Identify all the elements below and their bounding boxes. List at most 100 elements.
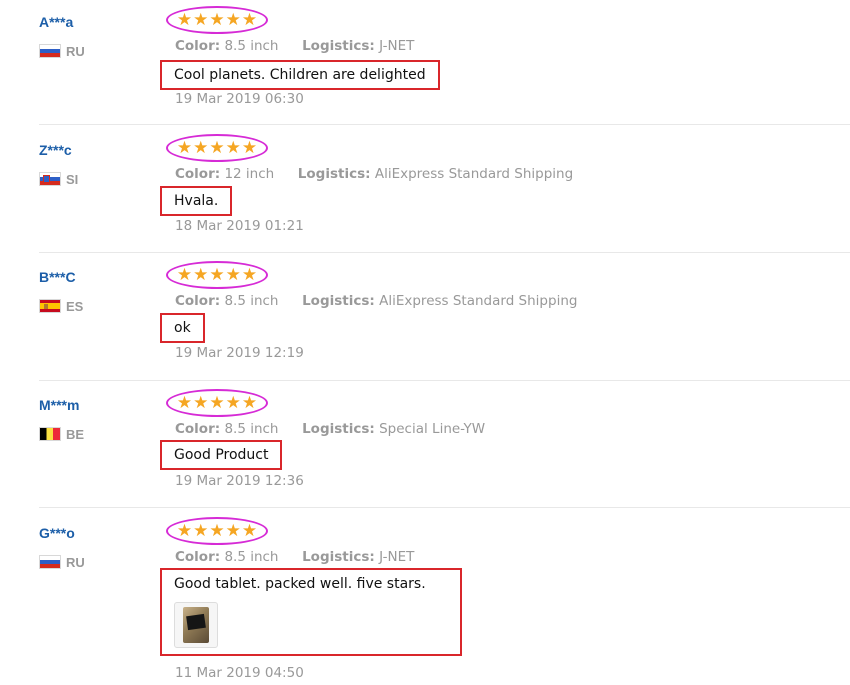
- color-value: 12 inch: [224, 166, 275, 182]
- color-value: 8.5 inch: [224, 549, 279, 565]
- color-label: Color:: [175, 166, 221, 182]
- review-comment-box: Hvala.: [160, 186, 233, 216]
- star-icon: ★: [193, 9, 209, 30]
- country-code: RU: [66, 554, 85, 570]
- review-item: B***C ES ★ ★ ★ ★ ★ Color: 8.5 inch Logistics…: [0, 255, 850, 380]
- star-icon: ★: [241, 137, 258, 158]
- reviewer-name[interactable]: B***C: [39, 269, 76, 285]
- star-icon: ★: [225, 9, 241, 30]
- star-icon: ★: [241, 264, 258, 285]
- spain-flag-icon: [39, 299, 61, 313]
- review-meta: Color: 8.5 inch Logistics: Special Line-…: [175, 421, 485, 437]
- star-icon: ★: [225, 392, 241, 413]
- review-divider: [39, 252, 850, 253]
- star-icon: ★: [176, 264, 193, 285]
- review-comment: Hvala.: [174, 193, 219, 209]
- color-label: Color:: [175, 549, 221, 565]
- review-divider: [39, 507, 850, 508]
- star-rating: ★ ★ ★ ★ ★: [166, 6, 268, 34]
- star-icon: ★: [209, 264, 225, 285]
- star-icon: ★: [176, 9, 193, 30]
- country-code: BE: [66, 426, 85, 442]
- star-icon: ★: [193, 137, 209, 158]
- review-comment-box: ok: [160, 313, 205, 343]
- star-icon: ★: [241, 392, 258, 413]
- review-date: 19 Mar 2019 12:36: [175, 473, 304, 489]
- review-divider: [39, 124, 850, 125]
- reviewer-name[interactable]: Z***c: [39, 142, 72, 158]
- review-date: 18 Mar 2019 01:21: [175, 218, 304, 234]
- logistics-value: Special Line-YW: [379, 421, 486, 437]
- logistics-label: Logistics:: [302, 38, 375, 54]
- logistics-value: J-NET: [379, 38, 415, 54]
- star-icon: ★: [209, 392, 225, 413]
- star-icon: ★: [176, 392, 193, 413]
- review-comment: Good Product: [174, 447, 269, 463]
- country-code: SI: [66, 171, 79, 187]
- star-icon: ★: [193, 520, 209, 541]
- logistics-label: Logistics:: [302, 549, 375, 565]
- star-icon: ★: [225, 264, 241, 285]
- logistics-value: AliExpress Standard Shipping: [379, 293, 578, 309]
- country-code: RU: [66, 43, 85, 59]
- russia-flag-icon: [39, 44, 61, 58]
- logistics-value: J-NET: [379, 549, 415, 565]
- review-comment-box: Good Product: [160, 440, 283, 470]
- review-date: 19 Mar 2019 06:30: [175, 91, 304, 107]
- review-date: 11 Mar 2019 04:50: [175, 665, 304, 681]
- reviewer-country: BE: [39, 426, 84, 442]
- reviewer-name[interactable]: A***a: [39, 14, 73, 30]
- slovenia-flag-icon: [39, 172, 61, 186]
- star-icon: ★: [176, 137, 193, 158]
- logistics-value: AliExpress Standard Shipping: [374, 166, 574, 182]
- reviewer-country: RU: [39, 43, 85, 59]
- star-icon: ★: [241, 520, 258, 541]
- review-divider: [39, 380, 850, 381]
- star-icon: ★: [225, 137, 241, 158]
- reviewer-name[interactable]: G***o: [39, 525, 75, 541]
- review-comment: Cool planets. Children are delighted: [174, 67, 426, 83]
- russia-flag-icon: [39, 555, 61, 569]
- star-icon: ★: [209, 520, 225, 541]
- review-meta: Color: 8.5 inch Logistics: J-NET: [175, 549, 414, 565]
- logistics-label: Logistics:: [297, 166, 371, 182]
- review-item: M***m BE ★ ★ ★ ★ ★ Color: 8.5 inch Logistics…: [0, 383, 850, 508]
- star-icon: ★: [193, 264, 209, 285]
- review-meta: Color: 12 inch Logistics: AliExpress Sta…: [175, 166, 573, 182]
- logistics-label: Logistics:: [302, 421, 375, 437]
- review-comment: Good tablet. packed well. five stars.: [174, 576, 426, 592]
- reviewer-country: SI: [39, 171, 78, 187]
- review-comment-box: Good tablet. packed well. five stars.: [160, 568, 462, 656]
- reviewer-country: ES: [39, 298, 83, 314]
- tablet-photo-icon: [183, 607, 209, 643]
- belgium-flag-icon: [39, 427, 61, 441]
- review-photo-thumbnail[interactable]: [174, 602, 218, 648]
- review-item: Z***c SI ★ ★ ★ ★ ★ Color: 12 inch Logistics:…: [0, 128, 850, 253]
- review-comment: ok: [174, 320, 191, 336]
- star-icon: ★: [209, 137, 225, 158]
- star-icon: ★: [241, 9, 258, 30]
- review-item: G***o RU ★ ★ ★ ★ ★ Color: 8.5 inch Logistics…: [0, 511, 850, 685]
- reviewer-name[interactable]: M***m: [39, 397, 79, 413]
- star-rating: ★ ★ ★ ★ ★: [166, 517, 268, 545]
- color-value: 8.5 inch: [224, 293, 279, 309]
- color-value: 8.5 inch: [224, 38, 279, 54]
- star-icon: ★: [225, 520, 241, 541]
- star-icon: ★: [176, 520, 193, 541]
- review-item: A***a RU ★ ★ ★ ★ ★ Color: 8.5 inch Logistics…: [0, 0, 850, 125]
- logistics-label: Logistics:: [302, 293, 375, 309]
- star-rating: ★ ★ ★ ★ ★: [166, 261, 268, 289]
- star-rating: ★ ★ ★ ★ ★: [166, 389, 268, 417]
- review-meta: Color: 8.5 inch Logistics: AliExpress St…: [175, 293, 577, 309]
- star-rating: ★ ★ ★ ★ ★: [166, 134, 268, 162]
- review-meta: Color: 8.5 inch Logistics: J-NET: [175, 38, 414, 54]
- review-date: 19 Mar 2019 12:19: [175, 345, 304, 361]
- review-comment-box: Cool planets. Children are delighted: [160, 60, 440, 90]
- color-value: 8.5 inch: [224, 421, 279, 437]
- star-icon: ★: [209, 9, 225, 30]
- star-icon: ★: [193, 392, 209, 413]
- reviewer-country: RU: [39, 554, 85, 570]
- country-code: ES: [66, 298, 84, 314]
- color-label: Color:: [175, 293, 221, 309]
- color-label: Color:: [175, 38, 221, 54]
